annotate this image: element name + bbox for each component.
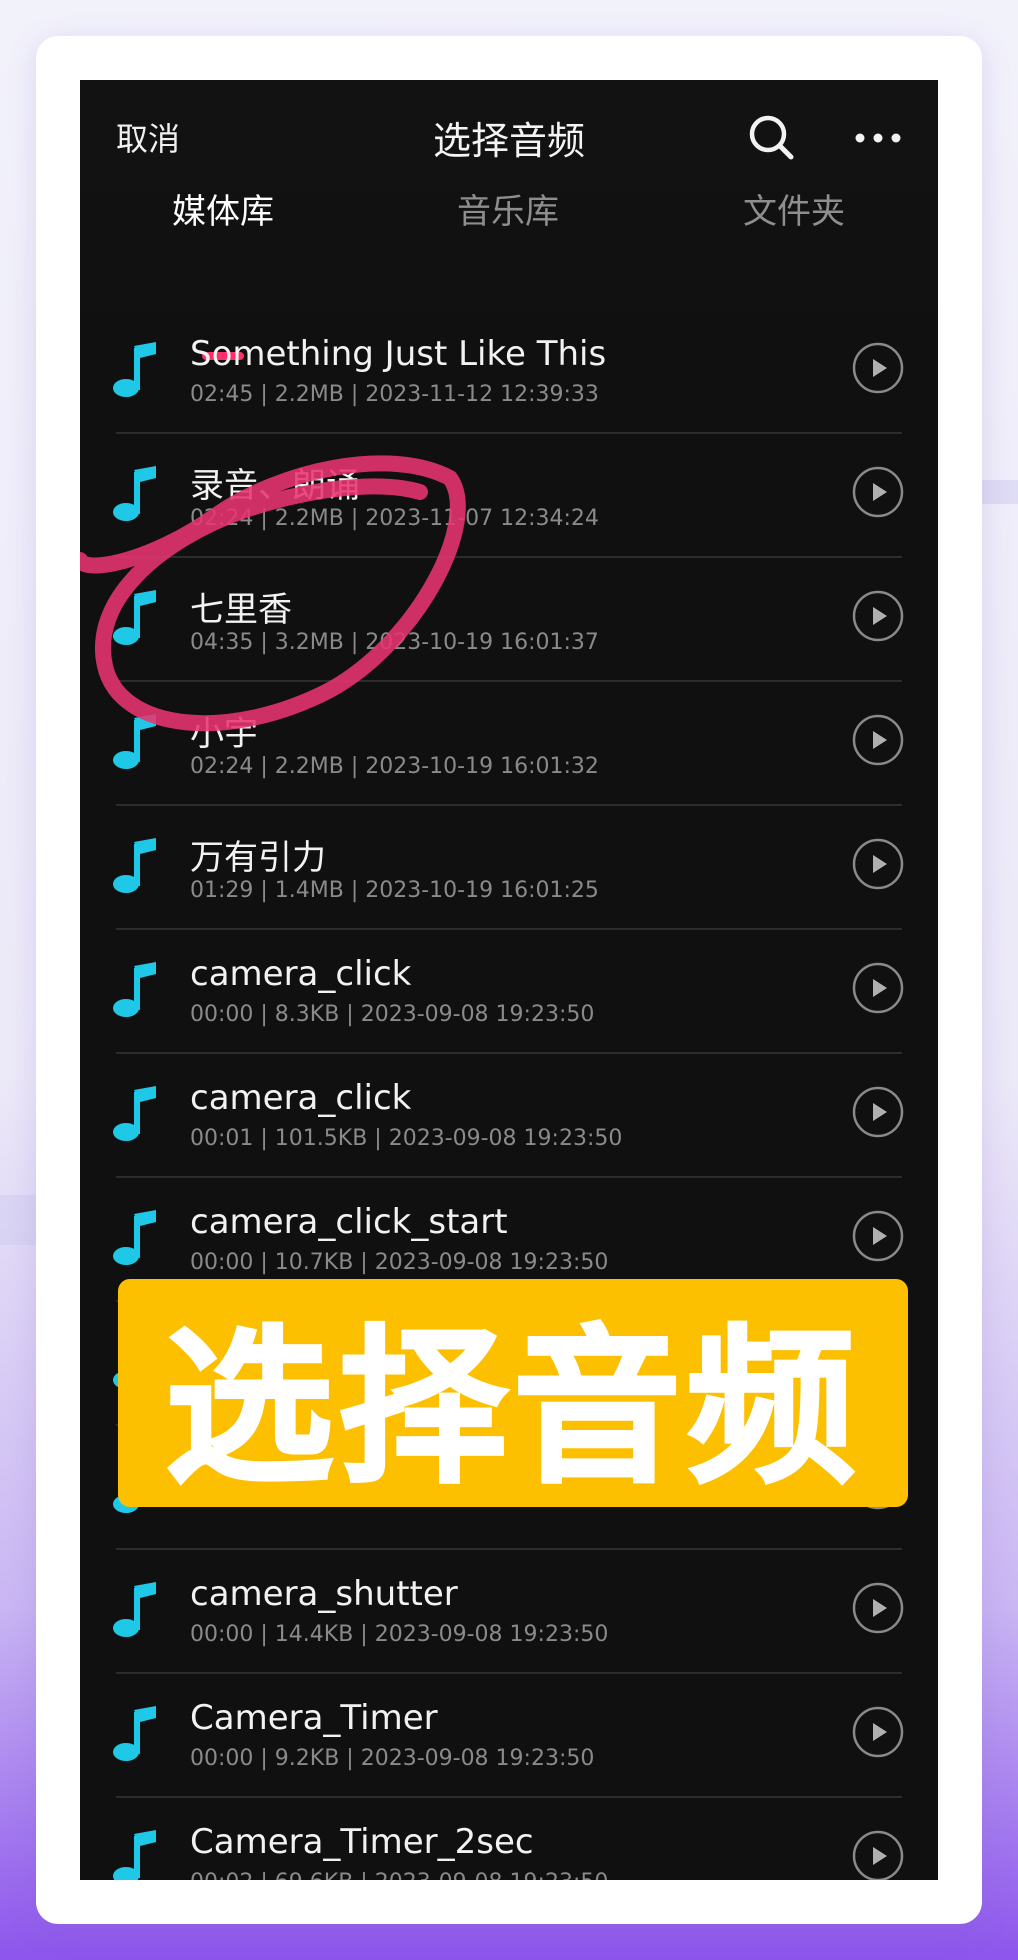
track-title: 小宇 bbox=[190, 714, 258, 754]
track-title: camera_click bbox=[190, 954, 412, 994]
list-item[interactable]: camera_click 00:01 | 101.5KB | 2023-09-0… bbox=[80, 1054, 938, 1178]
play-icon[interactable] bbox=[852, 1706, 904, 1758]
list-item[interactable]: 万有引力 01:29 | 1.4MB | 2023-10-19 16:01:25 bbox=[80, 806, 938, 930]
top-bar: 取消 选择音频 bbox=[80, 80, 938, 190]
track-meta: 01:29 | 1.4MB | 2023-10-19 16:01:25 bbox=[190, 878, 599, 903]
track-meta: 00:01 | 101.5KB | 2023-09-08 19:23:50 bbox=[190, 1126, 623, 1151]
track-title: camera_click_start bbox=[190, 1202, 508, 1242]
play-icon[interactable] bbox=[852, 1210, 904, 1262]
music-note-icon bbox=[113, 466, 156, 521]
play-icon[interactable] bbox=[852, 714, 904, 766]
search-icon[interactable] bbox=[744, 110, 800, 166]
music-note-icon bbox=[113, 962, 156, 1017]
list-item[interactable]: 七里香 04:35 | 3.2MB | 2023-10-19 16:01:37 bbox=[80, 558, 938, 682]
list-item[interactable]: camera_click 00:00 | 8.3KB | 2023-09-08 … bbox=[80, 930, 938, 1054]
track-title: 录音、朗诵 bbox=[190, 466, 360, 506]
play-icon[interactable] bbox=[852, 342, 904, 394]
play-icon[interactable] bbox=[852, 1582, 904, 1634]
list-item[interactable]: 小宇 02:24 | 2.2MB | 2023-10-19 16:01:32 bbox=[80, 682, 938, 806]
list-item[interactable]: Something Just Like This 02:45 | 2.2MB |… bbox=[80, 310, 938, 434]
overlay-banner: 选择音频 bbox=[118, 1279, 908, 1507]
play-icon[interactable] bbox=[852, 1086, 904, 1138]
music-note-icon bbox=[113, 1086, 156, 1141]
track-title: Something Just Like This bbox=[190, 334, 607, 374]
more-icon[interactable] bbox=[850, 110, 906, 166]
track-title: Camera_Timer_2sec bbox=[190, 1822, 534, 1862]
track-meta: 00:00 | 14.4KB | 2023-09-08 19:23:50 bbox=[190, 1622, 609, 1647]
track-meta: 00:00 | 8.3KB | 2023-09-08 19:23:50 bbox=[190, 1002, 595, 1027]
phone-screen: 取消 选择音频 媒体库 音乐库 文件夹 Something Just Like … bbox=[80, 80, 938, 1880]
track-meta: 00:00 | 10.7KB | 2023-09-08 19:23:50 bbox=[190, 1250, 609, 1275]
list-item[interactable]: camera_shutter 00:00 | 14.4KB | 2023-09-… bbox=[80, 1550, 938, 1674]
list-item[interactable]: Camera_Timer_2sec 00:02 | 69.6KB | 2023-… bbox=[80, 1798, 938, 1880]
track-meta: 00:02 | 69.6KB | 2023-09-08 19:23:50 bbox=[190, 1870, 608, 1880]
play-icon[interactable] bbox=[852, 962, 904, 1014]
music-note-icon bbox=[113, 1706, 156, 1761]
tab-media-library[interactable]: 媒体库 bbox=[172, 184, 274, 233]
music-note-icon bbox=[113, 1582, 156, 1637]
track-title: 七里香 bbox=[190, 590, 292, 630]
music-note-icon bbox=[113, 1210, 156, 1265]
music-note-icon bbox=[113, 590, 156, 645]
list-item[interactable]: 录音、朗诵 02:24 | 2.2MB | 2023-11-07 12:34:2… bbox=[80, 434, 938, 558]
music-note-icon bbox=[113, 838, 156, 893]
track-meta: 02:24 | 2.2MB | 2023-11-07 12:34:24 bbox=[190, 506, 599, 531]
track-meta: 00:00 | 9.2KB | 2023-09-08 19:23:50 bbox=[190, 1746, 595, 1771]
play-icon[interactable] bbox=[852, 838, 904, 890]
play-icon[interactable] bbox=[852, 1830, 904, 1880]
tab-folder[interactable]: 文件夹 bbox=[743, 184, 845, 233]
play-icon[interactable] bbox=[852, 466, 904, 518]
list-item[interactable]: Camera_Timer 00:00 | 9.2KB | 2023-09-08 … bbox=[80, 1674, 938, 1798]
audio-list: Something Just Like This 02:45 | 2.2MB |… bbox=[80, 310, 938, 1880]
banner-title: 选择音频 bbox=[164, 1308, 861, 1507]
music-note-icon bbox=[113, 1830, 156, 1880]
play-icon[interactable] bbox=[852, 590, 904, 642]
track-meta: 02:24 | 2.2MB | 2023-10-19 16:01:32 bbox=[190, 754, 599, 779]
page-title: 选择音频 bbox=[432, 119, 585, 163]
track-meta: 02:45 | 2.2MB | 2023-11-12 12:39:33 bbox=[190, 382, 599, 407]
tab-music-library[interactable]: 音乐库 bbox=[457, 184, 559, 233]
track-meta: 04:35 | 3.2MB | 2023-10-19 16:01:37 bbox=[190, 630, 599, 655]
track-title: camera_click bbox=[190, 1078, 412, 1118]
track-title: camera_shutter bbox=[190, 1574, 458, 1614]
track-title: 万有引力 bbox=[190, 838, 326, 878]
track-title: Camera_Timer bbox=[190, 1698, 438, 1738]
music-note-icon bbox=[113, 342, 156, 397]
music-note-icon bbox=[113, 714, 156, 769]
